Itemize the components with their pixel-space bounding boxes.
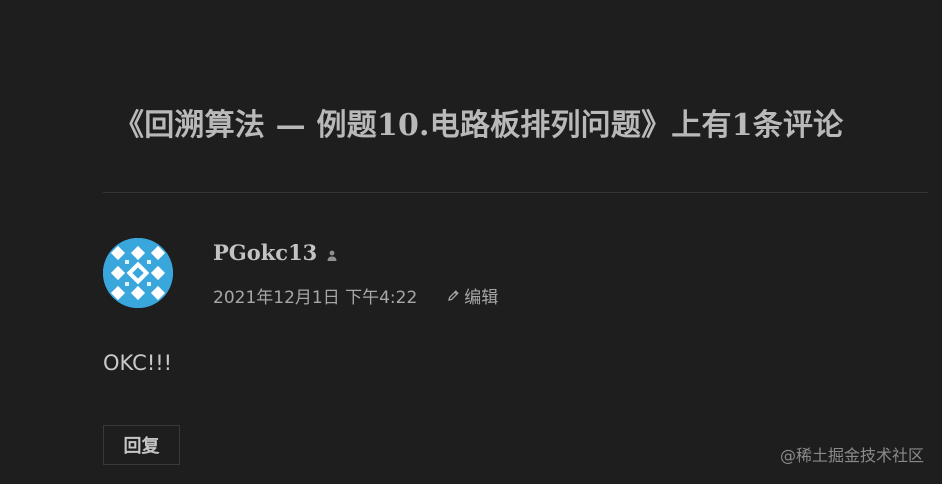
reply-button[interactable]: 回复 <box>103 425 180 465</box>
comment-timestamp[interactable]: 2021年12月1日 下午4:22 <box>213 283 417 308</box>
author-name[interactable]: PGokc13 <box>213 240 317 265</box>
avatar-identicon <box>103 238 173 308</box>
page: 《回溯算法 — 例题10.电路板排列问题》上有1条评论 PGokc13 2021… <box>0 0 942 484</box>
comments-title: 《回溯算法 — 例题10.电路板排列问题》上有1条评论 <box>114 108 844 143</box>
pencil-icon <box>448 290 460 301</box>
edit-label: 编辑 <box>464 288 499 308</box>
user-icon <box>325 248 339 262</box>
edit-link[interactable]: 编辑 <box>447 283 498 308</box>
comment-meta: 2021年12月1日 下午4:22 编辑 <box>213 283 498 308</box>
divider <box>103 192 928 193</box>
watermark: @稀土掘金技术社区 <box>779 446 924 465</box>
comment-body: OKC!!! <box>103 351 173 375</box>
avatar[interactable] <box>103 238 173 308</box>
